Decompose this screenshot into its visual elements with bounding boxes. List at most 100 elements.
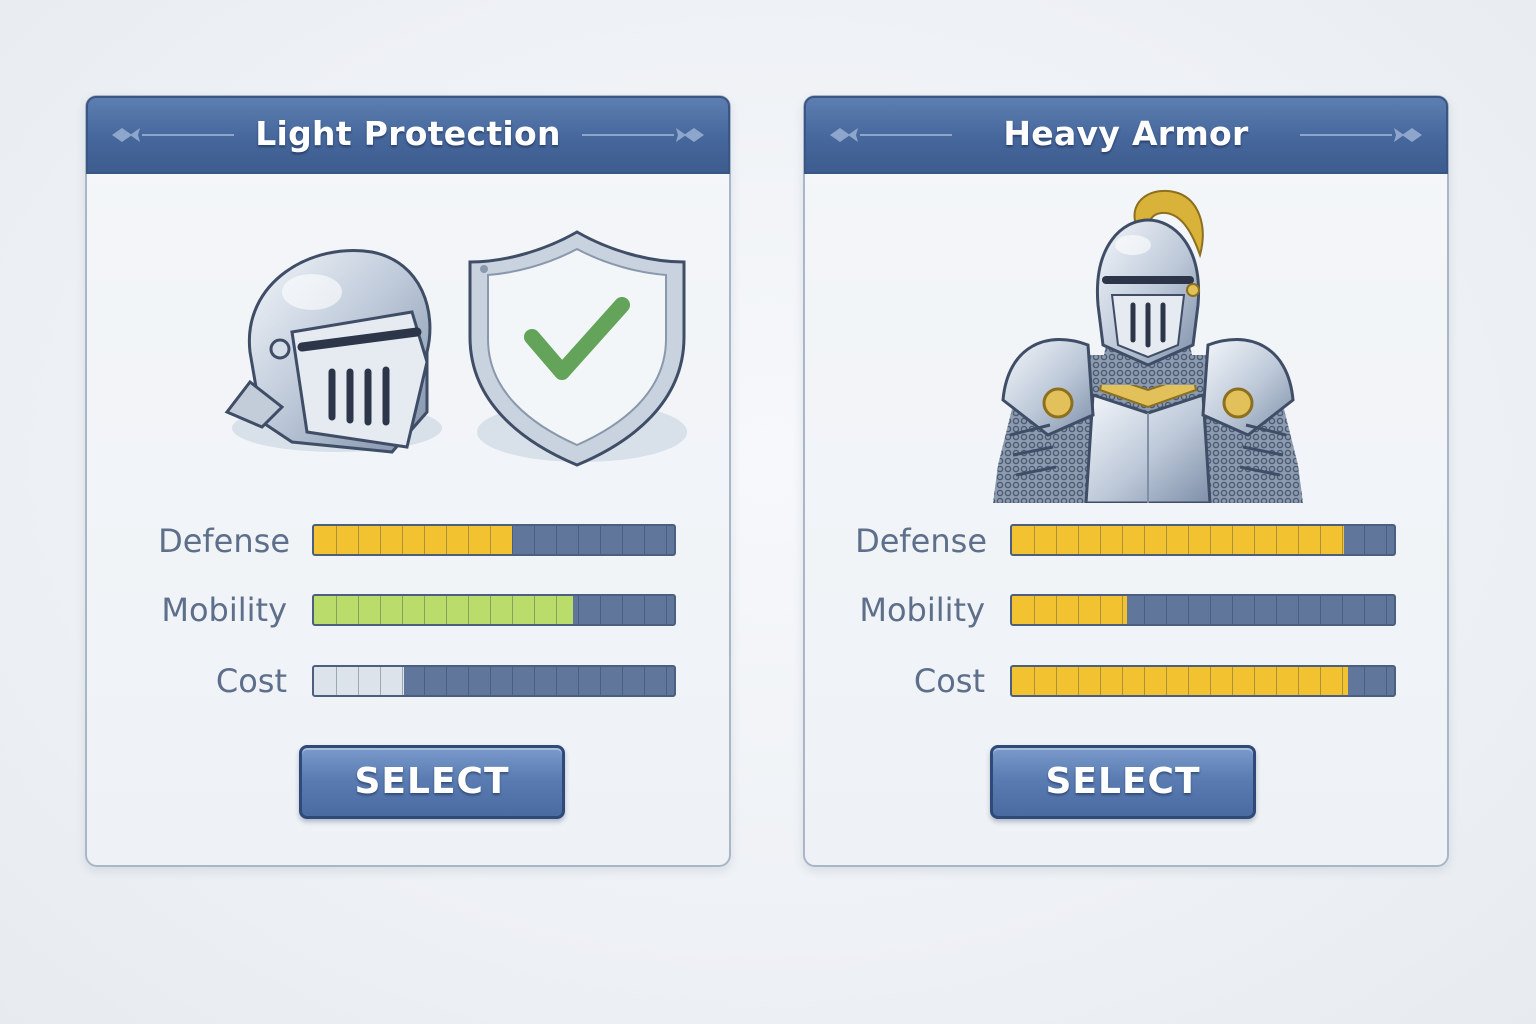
- bar-segment-divider: [1210, 667, 1211, 695]
- bar-segment-divider: [358, 667, 359, 695]
- bar-segment-divider: [1364, 596, 1365, 624]
- bar-segment-divider: [468, 667, 469, 695]
- bar-segment-divider: [336, 667, 337, 695]
- stat-fill: [1012, 526, 1344, 554]
- bar-segment-divider: [644, 596, 645, 624]
- bar-segment-divider: [1056, 667, 1057, 695]
- defense-bar: [312, 524, 676, 556]
- flourish-icon: [582, 128, 704, 142]
- bar-segment-divider: [424, 526, 425, 554]
- select-button[interactable]: SELECT: [299, 745, 565, 819]
- stat-label-cost: Cost: [215, 662, 287, 700]
- bar-segment-divider: [1144, 596, 1145, 624]
- bar-segment-divider: [380, 596, 381, 624]
- bar-segment-divider: [1100, 667, 1101, 695]
- bar-segment-divider: [1298, 526, 1299, 554]
- bar-segment-divider: [1320, 526, 1321, 554]
- bar-segment-divider: [1320, 667, 1321, 695]
- bar-segment-divider: [622, 596, 623, 624]
- bar-segment-divider: [512, 526, 513, 554]
- bar-segment-divider: [446, 667, 447, 695]
- bar-segment-divider: [666, 526, 667, 554]
- bar-segment-divider: [534, 526, 535, 554]
- defense-bar: [1010, 524, 1396, 556]
- bar-segment-divider: [1276, 526, 1277, 554]
- card-header: Light Protection: [86, 96, 730, 174]
- bar-segment-divider: [622, 667, 623, 695]
- bar-segment-divider: [1078, 526, 1079, 554]
- bar-segment-divider: [578, 667, 579, 695]
- shield-checkmark-icon: [468, 230, 687, 467]
- knight-helmet-icon: [224, 249, 442, 454]
- cost-bar: [312, 665, 676, 697]
- bar-segment-divider: [1342, 667, 1343, 695]
- bar-segment-divider: [490, 526, 491, 554]
- bar-segment-divider: [1276, 596, 1277, 624]
- bar-segment-divider: [666, 596, 667, 624]
- bar-segment-divider: [1166, 667, 1167, 695]
- bar-segment-divider: [402, 667, 403, 695]
- bar-segment-divider: [1254, 667, 1255, 695]
- bar-segment-divider: [1210, 596, 1211, 624]
- bar-segment-divider: [600, 667, 601, 695]
- bar-segment-divider: [1122, 667, 1123, 695]
- bar-segment-divider: [336, 596, 337, 624]
- bar-segment-divider: [578, 526, 579, 554]
- bar-segment-divider: [1122, 526, 1123, 554]
- bar-segment-divider: [1166, 596, 1167, 624]
- bar-segment-divider: [1386, 596, 1387, 624]
- bar-segment-divider: [1144, 526, 1145, 554]
- bar-segment-divider: [402, 526, 403, 554]
- bar-segment-divider: [1056, 596, 1057, 624]
- mobility-bar: [312, 594, 676, 626]
- select-button[interactable]: SELECT: [990, 745, 1256, 819]
- bar-segment-divider: [666, 667, 667, 695]
- bar-segment-divider: [1188, 596, 1189, 624]
- cost-bar: [1010, 665, 1396, 697]
- bar-segment-divider: [468, 526, 469, 554]
- bar-segment-divider: [512, 596, 513, 624]
- bar-segment-divider: [1100, 596, 1101, 624]
- bar-segment-divider: [512, 667, 513, 695]
- card-header: Heavy Armor: [804, 96, 1448, 174]
- bar-segment-divider: [1232, 667, 1233, 695]
- bar-segment-divider: [1122, 596, 1123, 624]
- bar-segment-divider: [622, 526, 623, 554]
- mobility-bar: [1010, 594, 1396, 626]
- bar-segment-divider: [490, 596, 491, 624]
- bar-segment-divider: [1210, 526, 1211, 554]
- bar-segment-divider: [446, 526, 447, 554]
- bar-segment-divider: [1034, 526, 1035, 554]
- bar-segment-divider: [1034, 596, 1035, 624]
- bar-segment-divider: [358, 596, 359, 624]
- stat-label-defense: Defense: [158, 522, 290, 560]
- armor-card-light-protection[interactable]: Light Protection Defense Mobility Cost S…: [85, 95, 731, 867]
- bar-segment-divider: [1254, 596, 1255, 624]
- bar-segment-divider: [402, 596, 403, 624]
- bar-segment-divider: [1364, 526, 1365, 554]
- bar-segment-divider: [1144, 667, 1145, 695]
- bar-segment-divider: [1298, 596, 1299, 624]
- stat-label-mobility: Mobility: [859, 591, 985, 629]
- bar-segment-divider: [468, 596, 469, 624]
- stat-fill: [1012, 596, 1127, 624]
- armor-card-heavy-armor[interactable]: Heavy Armor Defense Mobility Cost SELECT: [803, 95, 1449, 867]
- bar-segment-divider: [600, 596, 601, 624]
- bar-segment-divider: [534, 667, 535, 695]
- bar-segment-divider: [578, 596, 579, 624]
- stat-fill: [314, 667, 404, 695]
- bar-segment-divider: [1342, 596, 1343, 624]
- bar-segment-divider: [1166, 526, 1167, 554]
- bar-segment-divider: [424, 596, 425, 624]
- flourish-icon: [1300, 128, 1422, 142]
- bar-segment-divider: [1100, 526, 1101, 554]
- bar-segment-divider: [1298, 667, 1299, 695]
- bar-segment-divider: [1364, 667, 1365, 695]
- bar-segment-divider: [1276, 667, 1277, 695]
- bar-segment-divider: [644, 667, 645, 695]
- bar-segment-divider: [358, 526, 359, 554]
- bar-segment-divider: [556, 667, 557, 695]
- stat-label-cost: Cost: [913, 662, 985, 700]
- bar-segment-divider: [1342, 526, 1343, 554]
- bar-segment-divider: [1188, 526, 1189, 554]
